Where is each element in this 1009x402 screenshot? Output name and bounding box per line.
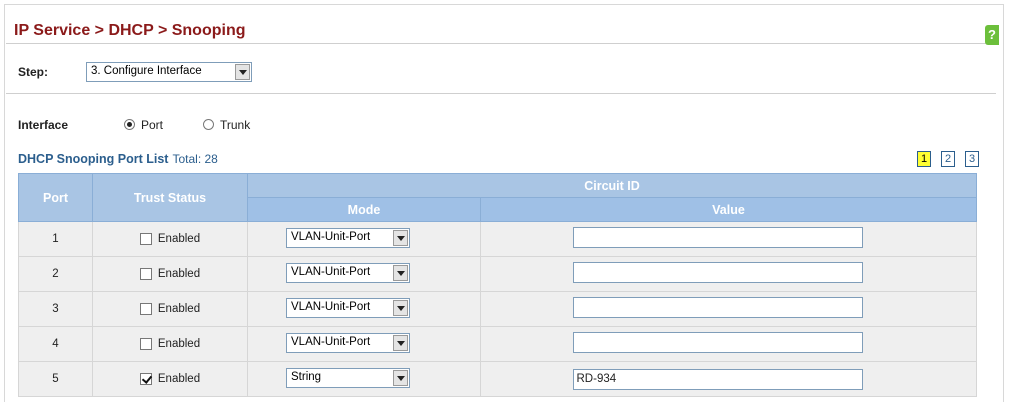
mode-select-value: VLAN-Unit-Port — [291, 230, 371, 243]
port-number: 4 — [52, 338, 59, 350]
mode-select[interactable]: VLAN-Unit-Port — [286, 332, 410, 353]
table-row: 2 Enabled VLAN-Unit-Port — [18, 256, 977, 292]
value-cell — [480, 326, 977, 362]
port-cell: 4 — [18, 326, 93, 362]
value-cell — [480, 221, 977, 257]
table-row: 1 Enabled VLAN-Unit-Port — [18, 221, 977, 257]
col-mode-header: Mode — [247, 197, 481, 222]
value-input[interactable] — [572, 332, 863, 353]
page-button-1[interactable]: 1 — [917, 151, 931, 167]
col-value-header: Value — [480, 197, 977, 222]
page-title: IP Service > DHCP > Snooping — [14, 22, 246, 39]
step-label: Step: — [18, 65, 48, 79]
trust-cell: Enabled — [92, 361, 248, 397]
port-cell: 5 — [18, 361, 93, 397]
table-row: 3 Enabled VLAN-Unit-Port — [18, 291, 977, 327]
mode-cell: VLAN-Unit-Port — [247, 326, 481, 362]
trust-cell: Enabled — [92, 221, 248, 257]
mode-select-value: String — [291, 370, 322, 383]
port-number: 3 — [52, 303, 59, 315]
chevron-down-icon — [393, 369, 408, 386]
col-port-header: Port — [18, 173, 93, 222]
trust-label: Enabled — [157, 233, 201, 246]
trust-cell: Enabled — [92, 291, 248, 327]
port-cell: 2 — [18, 256, 93, 292]
radio-trunk-label: Trunk — [220, 118, 251, 132]
radio-port-label: Port — [141, 118, 164, 132]
mode-select[interactable]: String — [286, 367, 410, 388]
value-cell — [480, 256, 977, 292]
mode-select-value: VLAN-Unit-Port — [291, 335, 371, 348]
mode-select[interactable]: VLAN-Unit-Port — [286, 227, 410, 248]
chevron-down-icon — [393, 334, 408, 351]
chevron-down-icon — [235, 64, 250, 80]
mode-cell: VLAN-Unit-Port — [247, 256, 481, 292]
value-cell: RD-934 — [480, 361, 977, 397]
interface-label: Interface — [18, 118, 69, 132]
table-row: 4 Enabled VLAN-Unit-Port — [18, 326, 977, 362]
step-select[interactable]: 3. Configure Interface — [86, 62, 252, 82]
trust-label: Enabled — [157, 338, 201, 351]
trust-label: Enabled — [157, 268, 201, 281]
port-cell: 3 — [18, 291, 93, 327]
table-row: 5 Enabled String RD-934 — [18, 361, 977, 397]
chevron-down-icon — [393, 229, 408, 246]
title-bar: IP Service > DHCP > Snooping ? — [6, 10, 999, 45]
value-input[interactable] — [572, 227, 863, 248]
value-input[interactable]: RD-934 — [572, 368, 863, 390]
port-number: 5 — [52, 373, 59, 385]
help-icon[interactable]: ? — [985, 25, 999, 45]
page-button-3[interactable]: 3 — [965, 151, 979, 167]
trust-checkbox[interactable] — [139, 267, 152, 280]
trust-checkbox[interactable] — [139, 372, 152, 385]
trust-checkbox[interactable] — [139, 232, 152, 245]
radio-port[interactable] — [124, 119, 135, 130]
value-cell — [480, 291, 977, 327]
mode-cell: String — [247, 361, 481, 397]
trust-label: Enabled — [157, 303, 201, 316]
list-title-text: DHCP Snooping Port List — [18, 152, 169, 166]
port-cell: 1 — [18, 221, 93, 257]
step-select-value: 3. Configure Interface — [91, 65, 202, 77]
trust-checkbox[interactable] — [139, 302, 152, 315]
chevron-down-icon — [393, 264, 408, 281]
trust-cell: Enabled — [92, 256, 248, 292]
port-table: Port Trust Status Circuit ID Mode Value … — [18, 173, 977, 397]
mode-cell: VLAN-Unit-Port — [247, 291, 481, 327]
value-input[interactable] — [572, 297, 863, 318]
mode-select-value: VLAN-Unit-Port — [291, 265, 371, 278]
radio-trunk[interactable] — [203, 119, 214, 130]
port-number: 2 — [52, 268, 59, 280]
step-row: Step: 3. Configure Interface — [6, 58, 996, 94]
mode-select[interactable]: VLAN-Unit-Port — [286, 262, 410, 283]
list-total: Total: 28 — [172, 152, 218, 166]
trust-cell: Enabled — [92, 326, 248, 362]
col-trust-header: Trust Status — [92, 173, 248, 222]
chevron-down-icon — [393, 299, 408, 316]
trust-checkbox[interactable] — [139, 337, 152, 350]
trust-label: Enabled — [157, 373, 201, 386]
value-input[interactable] — [572, 262, 863, 283]
mode-cell: VLAN-Unit-Port — [247, 221, 481, 257]
list-title: DHCP Snooping Port List Total: 28 — [18, 152, 218, 166]
col-circuit-header: Circuit ID — [247, 173, 977, 198]
port-number: 1 — [52, 233, 59, 245]
mode-select-value: VLAN-Unit-Port — [291, 300, 371, 313]
page-button-2[interactable]: 2 — [941, 151, 955, 167]
mode-select[interactable]: VLAN-Unit-Port — [286, 297, 410, 318]
